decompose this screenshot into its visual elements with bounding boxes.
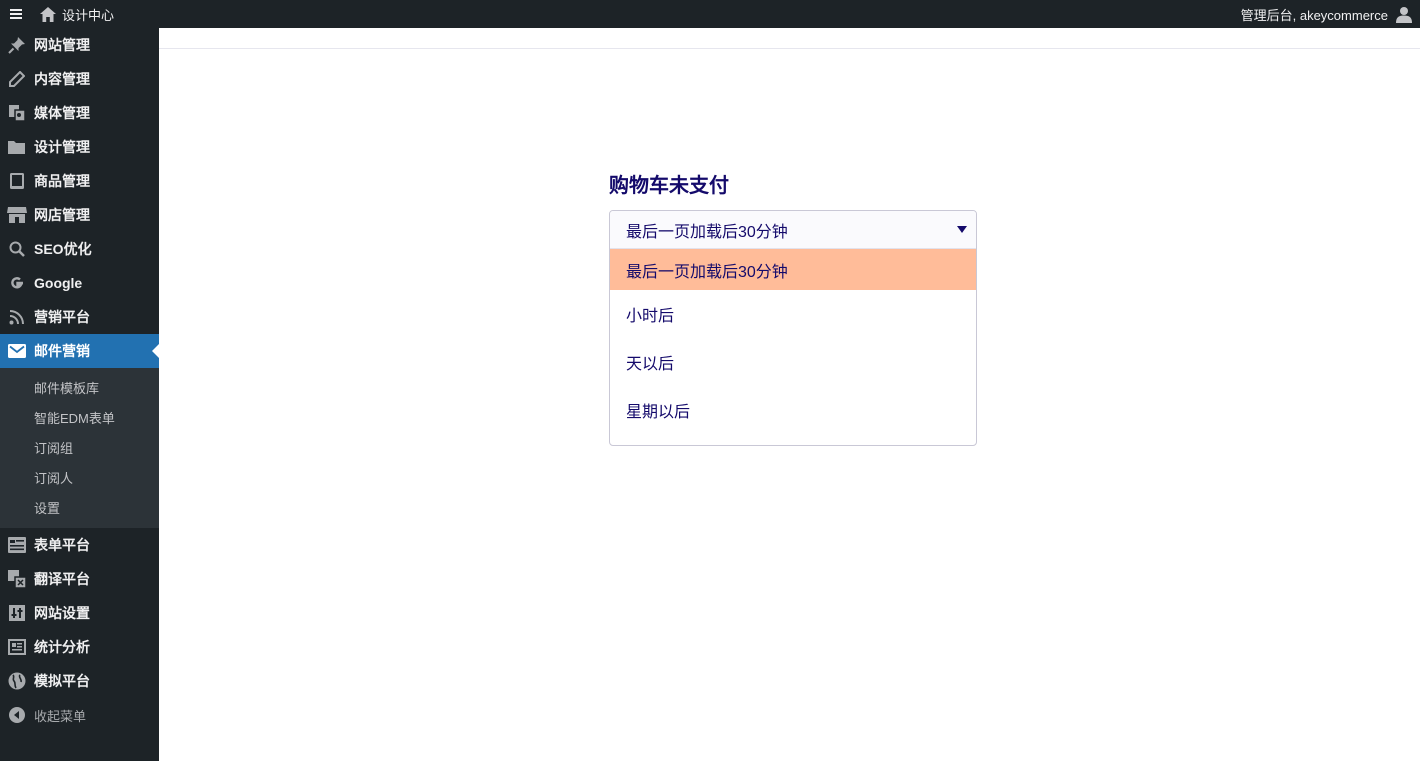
- sidebar-item-label: 表单平台: [34, 537, 90, 553]
- sidebar-item-label: 翻译平台: [34, 571, 90, 587]
- sidebar-item-simulation[interactable]: 模拟平台: [0, 664, 159, 698]
- sidebar-item-label: SEO优化: [34, 241, 92, 257]
- sidebar-item-label: 媒体管理: [34, 105, 90, 121]
- sidebar-item-store-management[interactable]: 网店管理: [0, 198, 159, 232]
- user-avatar-icon: [1396, 6, 1412, 23]
- collapse-arrow-icon: [0, 698, 34, 732]
- sidebar-item-label: 网站设置: [34, 605, 90, 621]
- account-menu[interactable]: 管理后台, akeycommerce: [1241, 0, 1420, 28]
- sidebar-item-forms[interactable]: 表单平台: [0, 528, 159, 562]
- pin-icon: [0, 28, 34, 62]
- mail-icon: [0, 334, 34, 368]
- menu-toggle-button[interactable]: [0, 0, 32, 28]
- sidebar-item-label: 统计分析: [34, 639, 90, 655]
- account-label: 管理后台, akeycommerce: [1240, 7, 1388, 23]
- delay-dropdown: 最后一页加载后30分钟 最后一页加载后30分钟 小时后 天以后 星期以后: [609, 210, 977, 446]
- admin-top-bar: 设计中心 管理后台, akeycommerce: [0, 0, 1420, 28]
- search-icon: [0, 232, 34, 266]
- content-divider: [159, 48, 1420, 49]
- sidebar-item-content-management[interactable]: 内容管理: [0, 62, 159, 96]
- dropdown-selected[interactable]: 最后一页加载后30分钟: [610, 211, 976, 249]
- site-home-link[interactable]: 设计中心: [32, 0, 122, 28]
- collapse-menu-label: 收起菜单: [34, 708, 87, 724]
- caret-down-icon: [957, 226, 967, 233]
- sidebar-item-label: 网店管理: [34, 207, 90, 223]
- submenu-item-subscribers[interactable]: 订阅人: [0, 462, 159, 492]
- sidebar-item-product-management[interactable]: 商品管理: [0, 164, 159, 198]
- settings-icon: [0, 596, 34, 630]
- globe-icon: [0, 664, 34, 698]
- submenu-item-settings[interactable]: 设置: [0, 492, 159, 522]
- sidebar-item-label: 商品管理: [34, 173, 90, 189]
- form-icon: [0, 528, 34, 562]
- sidebar-item-translation[interactable]: 翻译平台: [0, 562, 159, 596]
- sidebar-item-media-management[interactable]: 媒体管理: [0, 96, 159, 130]
- folder-icon: [0, 130, 34, 164]
- dropdown-option[interactable]: 星期以后: [610, 386, 976, 434]
- sidebar-item-design-management[interactable]: 设计管理: [0, 130, 159, 164]
- sidebar-item-marketing[interactable]: 营销平台: [0, 300, 159, 334]
- sidebar-item-label: 网站管理: [34, 37, 90, 53]
- admin-sidebar: 网站管理 内容管理 媒体管理 设计管理 商品管理 网店管理 SEO优化 Goog…: [0, 28, 159, 761]
- sidebar-item-email-marketing[interactable]: 邮件营销: [0, 334, 159, 368]
- site-home-label: 设计中心: [62, 7, 115, 23]
- google-icon: [0, 266, 34, 300]
- sidebar-item-label: 内容管理: [34, 71, 90, 87]
- pencil-icon: [0, 62, 34, 96]
- dropdown-selected-value: 最后一页加载后30分钟: [626, 223, 788, 241]
- main-content: 购物车未支付 最后一页加载后30分钟 最后一页加载后30分钟 小时后 天以后 星…: [159, 28, 1420, 761]
- sidebar-item-seo[interactable]: SEO优化: [0, 232, 159, 266]
- sidebar-item-label: 模拟平台: [34, 673, 90, 689]
- analytics-icon: [0, 630, 34, 664]
- sidebar-item-site-management[interactable]: 网站管理: [0, 28, 159, 62]
- translate-icon: [0, 562, 34, 596]
- sidebar-item-label: 设计管理: [34, 139, 90, 155]
- dropdown-option[interactable]: 天以后: [610, 338, 976, 386]
- rss-icon: [0, 300, 34, 334]
- sidebar-item-label: Google: [34, 275, 83, 291]
- submenu-item-edm-forms[interactable]: 智能EDM表单: [0, 402, 159, 432]
- submenu-item-subscription-groups[interactable]: 订阅组: [0, 432, 159, 462]
- sidebar-item-label: 邮件营销: [34, 343, 90, 359]
- sidebar-item-site-settings[interactable]: 网站设置: [0, 596, 159, 630]
- sidebar-item-label: 营销平台: [34, 309, 90, 325]
- page-heading: 购物车未支付: [609, 175, 729, 197]
- sidebar-item-analytics[interactable]: 统计分析: [0, 630, 159, 664]
- sidebar-item-google[interactable]: Google: [0, 266, 159, 300]
- home-icon: [40, 6, 56, 22]
- dropdown-option[interactable]: 最后一页加载后30分钟: [610, 249, 976, 290]
- book-icon: [0, 164, 34, 198]
- collapse-menu-button[interactable]: 收起菜单: [0, 698, 159, 732]
- hamburger-icon: [10, 9, 22, 19]
- submenu-item-email-templates[interactable]: 邮件模板库: [0, 372, 159, 402]
- store-icon: [0, 198, 34, 232]
- email-marketing-submenu: 邮件模板库 智能EDM表单 订阅组 订阅人 设置: [0, 368, 159, 528]
- media-icon: [0, 96, 34, 130]
- dropdown-option[interactable]: 小时后: [610, 290, 976, 338]
